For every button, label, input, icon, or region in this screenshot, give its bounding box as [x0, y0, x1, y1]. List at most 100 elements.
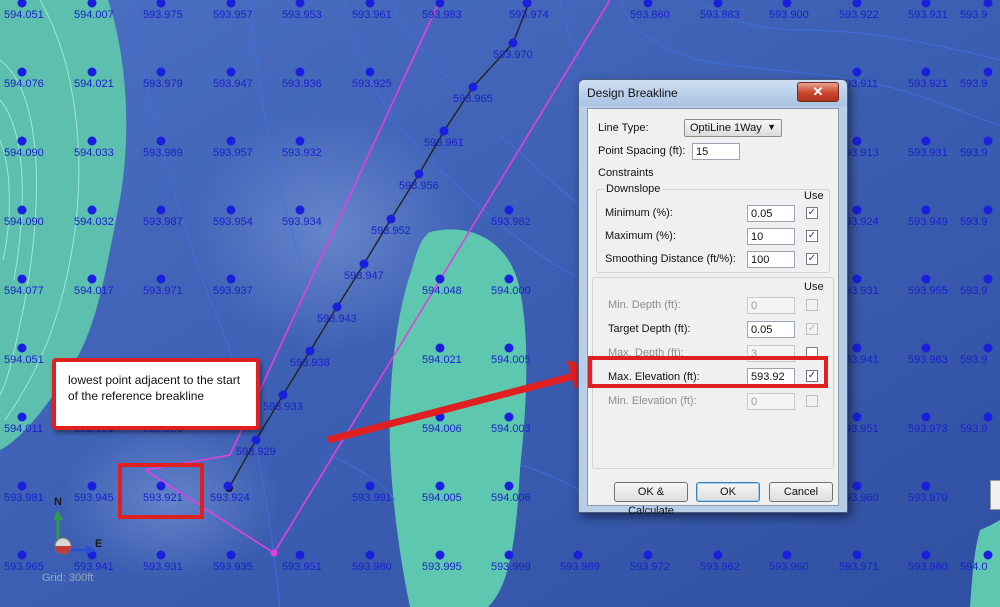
- elevation-label: 594.021: [422, 354, 462, 366]
- elevation-label: 594.032: [74, 216, 114, 228]
- breakline-elevation-label: 593.956: [399, 180, 439, 192]
- grid-point: [17, 67, 27, 77]
- elevation-label: 594.011: [4, 423, 43, 435]
- elevation-label: 593.9: [960, 78, 988, 90]
- grid-point: [365, 481, 375, 491]
- line-type-label: Line Type:: [598, 122, 649, 134]
- cancel-button[interactable]: Cancel: [769, 482, 833, 502]
- elevation-label: 594.005: [491, 354, 531, 366]
- grid-point: [983, 136, 993, 146]
- elevation-label: 593.860: [630, 9, 670, 21]
- north-label: N: [54, 496, 62, 508]
- scrollbar-fragment[interactable]: [990, 480, 1000, 510]
- elevation-label: 594.048: [422, 285, 462, 297]
- grid-point: [87, 205, 97, 215]
- grid-point: [17, 550, 27, 560]
- grid-point: [17, 343, 27, 353]
- grid-point: [156, 550, 166, 560]
- elevation-label: 593.973: [908, 423, 948, 435]
- min-depth-input[interactable]: 0: [747, 297, 795, 314]
- min-elevation-label: Min. Elevation (ft):: [608, 395, 697, 407]
- elevation-label: 593.931: [908, 147, 948, 159]
- grid-point: [226, 550, 236, 560]
- elevation-label: 593.947: [213, 78, 253, 90]
- elevation-label: 593.980: [908, 561, 948, 573]
- east-label: E: [95, 538, 103, 550]
- grid-point: [435, 481, 445, 491]
- grid-point: [87, 67, 97, 77]
- grid-point: [156, 274, 166, 284]
- downslope-label: Downslope: [604, 183, 663, 195]
- elevation-label: 593.979: [143, 78, 183, 90]
- point-spacing-input[interactable]: 15: [692, 143, 740, 160]
- line-type-select[interactable]: OptiLine 1Way ▼: [684, 119, 782, 137]
- dialog-title: Design Breakline: [587, 86, 678, 100]
- elevation-label: 593.975: [143, 9, 183, 21]
- elevation-label: 593.937: [213, 285, 253, 297]
- grid-point: [983, 67, 993, 77]
- elevation-label: 593.935: [213, 561, 253, 573]
- maximum-input[interactable]: 10: [747, 228, 795, 245]
- elevation-label: 593.991: [352, 492, 392, 504]
- elevation-label: 594.003: [491, 423, 531, 435]
- grid-point: [852, 274, 862, 284]
- grid-point: [365, 550, 375, 560]
- smoothing-use-checkbox[interactable]: ✓: [806, 253, 818, 265]
- close-button[interactable]: ✕: [797, 82, 839, 102]
- minimum-input[interactable]: 0.05: [747, 205, 795, 222]
- elevation-label: 593.953: [282, 9, 322, 21]
- constraints-label: Constraints: [598, 167, 654, 179]
- minimum-use-checkbox[interactable]: ✓: [806, 207, 818, 219]
- point-spacing-label: Point Spacing (ft):: [598, 145, 686, 157]
- breakline-point: [305, 346, 315, 356]
- target-depth-use-checkbox[interactable]: ✓: [806, 323, 818, 335]
- smoothing-distance-input[interactable]: 100: [747, 251, 795, 268]
- close-icon: ✕: [812, 84, 824, 99]
- grid-point: [782, 550, 792, 560]
- grid-point: [921, 412, 931, 422]
- elevation-label: 594.051: [4, 354, 44, 366]
- maximum-use-checkbox[interactable]: ✓: [806, 230, 818, 242]
- grid-point: [295, 136, 305, 146]
- grid-point: [17, 136, 27, 146]
- grid-point: [852, 343, 862, 353]
- grid-point: [983, 343, 993, 353]
- use-header-2: Use: [804, 281, 824, 293]
- elevation-label: 593.965: [4, 561, 44, 573]
- elevation-label: 593.9: [960, 216, 988, 228]
- grid-point: [435, 274, 445, 284]
- elevation-label: 593.957: [213, 9, 253, 21]
- elevation-label: 593.932: [282, 147, 322, 159]
- grid-point: [87, 481, 97, 491]
- elevation-label: 593.949: [908, 216, 948, 228]
- grid-point: [921, 343, 931, 353]
- elevation-label: 593.970: [908, 492, 948, 504]
- target-depth-input[interactable]: 0.05: [747, 321, 795, 338]
- breakline-elevation-label: 593.970: [493, 49, 533, 61]
- grid-point: [226, 274, 236, 284]
- elevation-label: 593.900: [769, 9, 809, 21]
- grid-point: [852, 205, 862, 215]
- grid-point: [852, 550, 862, 560]
- grid-point: [435, 550, 445, 560]
- elevation-label: 593.989: [560, 561, 600, 573]
- boundary-vertex[interactable]: [270, 549, 278, 557]
- grid-point: [365, 67, 375, 77]
- elevation-label: 593.957: [213, 147, 253, 159]
- elevation-label: 593.981: [4, 492, 44, 504]
- breakline-point: [386, 214, 396, 224]
- line-type-value: OptiLine 1Way: [690, 122, 762, 134]
- ok-and-calculate-button[interactable]: OK & Calculate: [614, 482, 688, 517]
- terrain-map[interactable]: [0, 0, 1000, 607]
- elevation-label: 594.006: [491, 492, 531, 504]
- grid-point: [295, 205, 305, 215]
- elevation-label: 593.922: [839, 9, 879, 21]
- min-elevation-use-checkbox[interactable]: [806, 395, 818, 407]
- annotation-callout: lowest point adjacent to the start of th…: [52, 358, 260, 430]
- dialog-titlebar[interactable]: Design Breakline ✕: [579, 80, 847, 106]
- min-elevation-input[interactable]: 0: [747, 393, 795, 410]
- ok-button[interactable]: OK: [696, 482, 760, 502]
- grid-point: [504, 274, 514, 284]
- elevation-label: 593.9: [960, 285, 988, 297]
- min-depth-use-checkbox[interactable]: [806, 299, 818, 311]
